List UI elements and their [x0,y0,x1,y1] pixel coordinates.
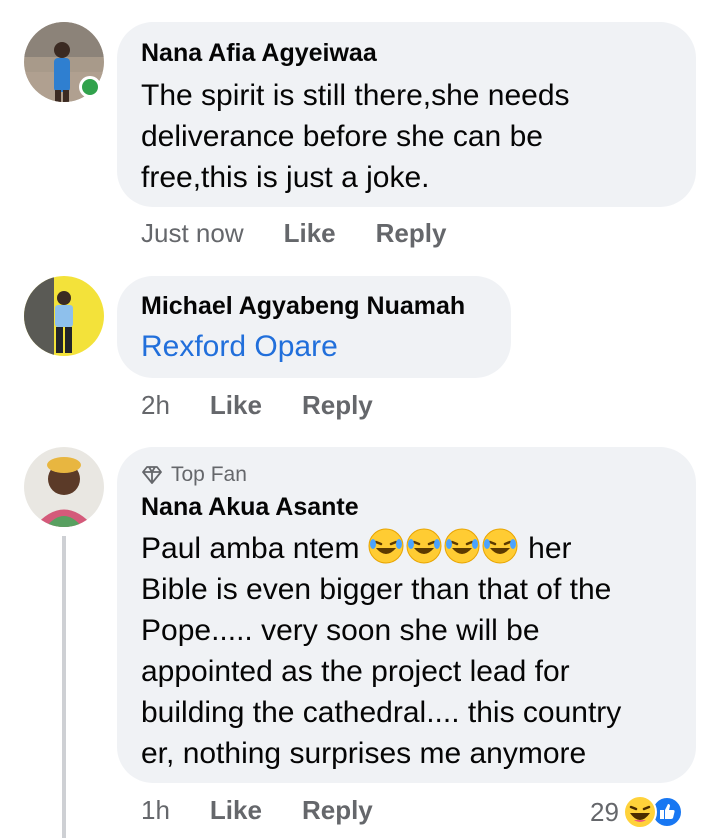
laughing-emoji-icon [482,528,518,564]
comment-author[interactable]: Michael Agyabeng Nuamah [141,292,465,321]
comment-timestamp[interactable]: 1h [141,795,170,826]
top-fan-badge: Top Fan [141,463,247,487]
comment-text-line: building the cathedral.... this country [141,696,622,729]
online-status-icon [79,76,101,98]
reply-button[interactable]: Reply [302,390,373,421]
comment-actions: 2h Like Reply [141,390,413,421]
comment-bubble: Top Fan Nana Akua Asante Paul amba ntem … [117,447,696,783]
comment-actions: 1h Like Reply [141,795,413,826]
comment-text: her [519,532,572,565]
like-button[interactable]: Like [284,218,336,249]
comment-text-line: deliverance before she can be [141,120,543,153]
like-button[interactable]: Like [210,795,262,826]
comment-text-line: The spirit is still there,she needs [141,79,570,112]
laughing-emoji-icon [368,528,404,564]
laughing-emoji-icon [444,528,480,564]
reply-thread-line [62,536,66,838]
like-button[interactable]: Like [210,390,262,421]
comment-timestamp[interactable]: Just now [141,218,244,249]
laughing-emoji-icon [406,528,442,564]
comment-bubble: Michael Agyabeng Nuamah Rexford Opare [117,276,511,378]
comment-text-line: free,this is just a joke. [141,161,430,194]
reaction-summary[interactable]: 29 [590,792,683,832]
comment-bubble: Nana Afia Agyeiwaa The spirit is still t… [117,22,696,207]
comment-author[interactable]: Nana Akua Asante [141,493,359,522]
badge-label: Top Fan [171,463,247,486]
comment-text: Paul amba ntem [141,532,360,565]
reply-button[interactable]: Reply [302,795,373,826]
avatar[interactable] [24,447,104,527]
comment-author[interactable]: Nana Afia Agyeiwaa [141,39,377,68]
comment-text-line: er, nothing surprises me anymore [141,737,587,770]
diamond-icon [141,465,163,485]
comment-actions: Just now Like Reply [141,218,486,249]
haha-reaction-icon [622,795,657,829]
comment-text-line: appointed as the project lead for [141,655,570,688]
tagged-user-link[interactable]: Rexford Opare [141,326,338,367]
comment-timestamp[interactable]: 2h [141,390,170,421]
avatar[interactable] [24,276,104,356]
reply-button[interactable]: Reply [376,218,447,249]
comment-text-line: Bible is even bigger than that of the [141,573,612,606]
comment-text-line: Pope..... very soon she will be [141,614,540,647]
comment-text-line: Paul amba ntem her [141,528,572,569]
reaction-count: 29 [590,796,619,827]
